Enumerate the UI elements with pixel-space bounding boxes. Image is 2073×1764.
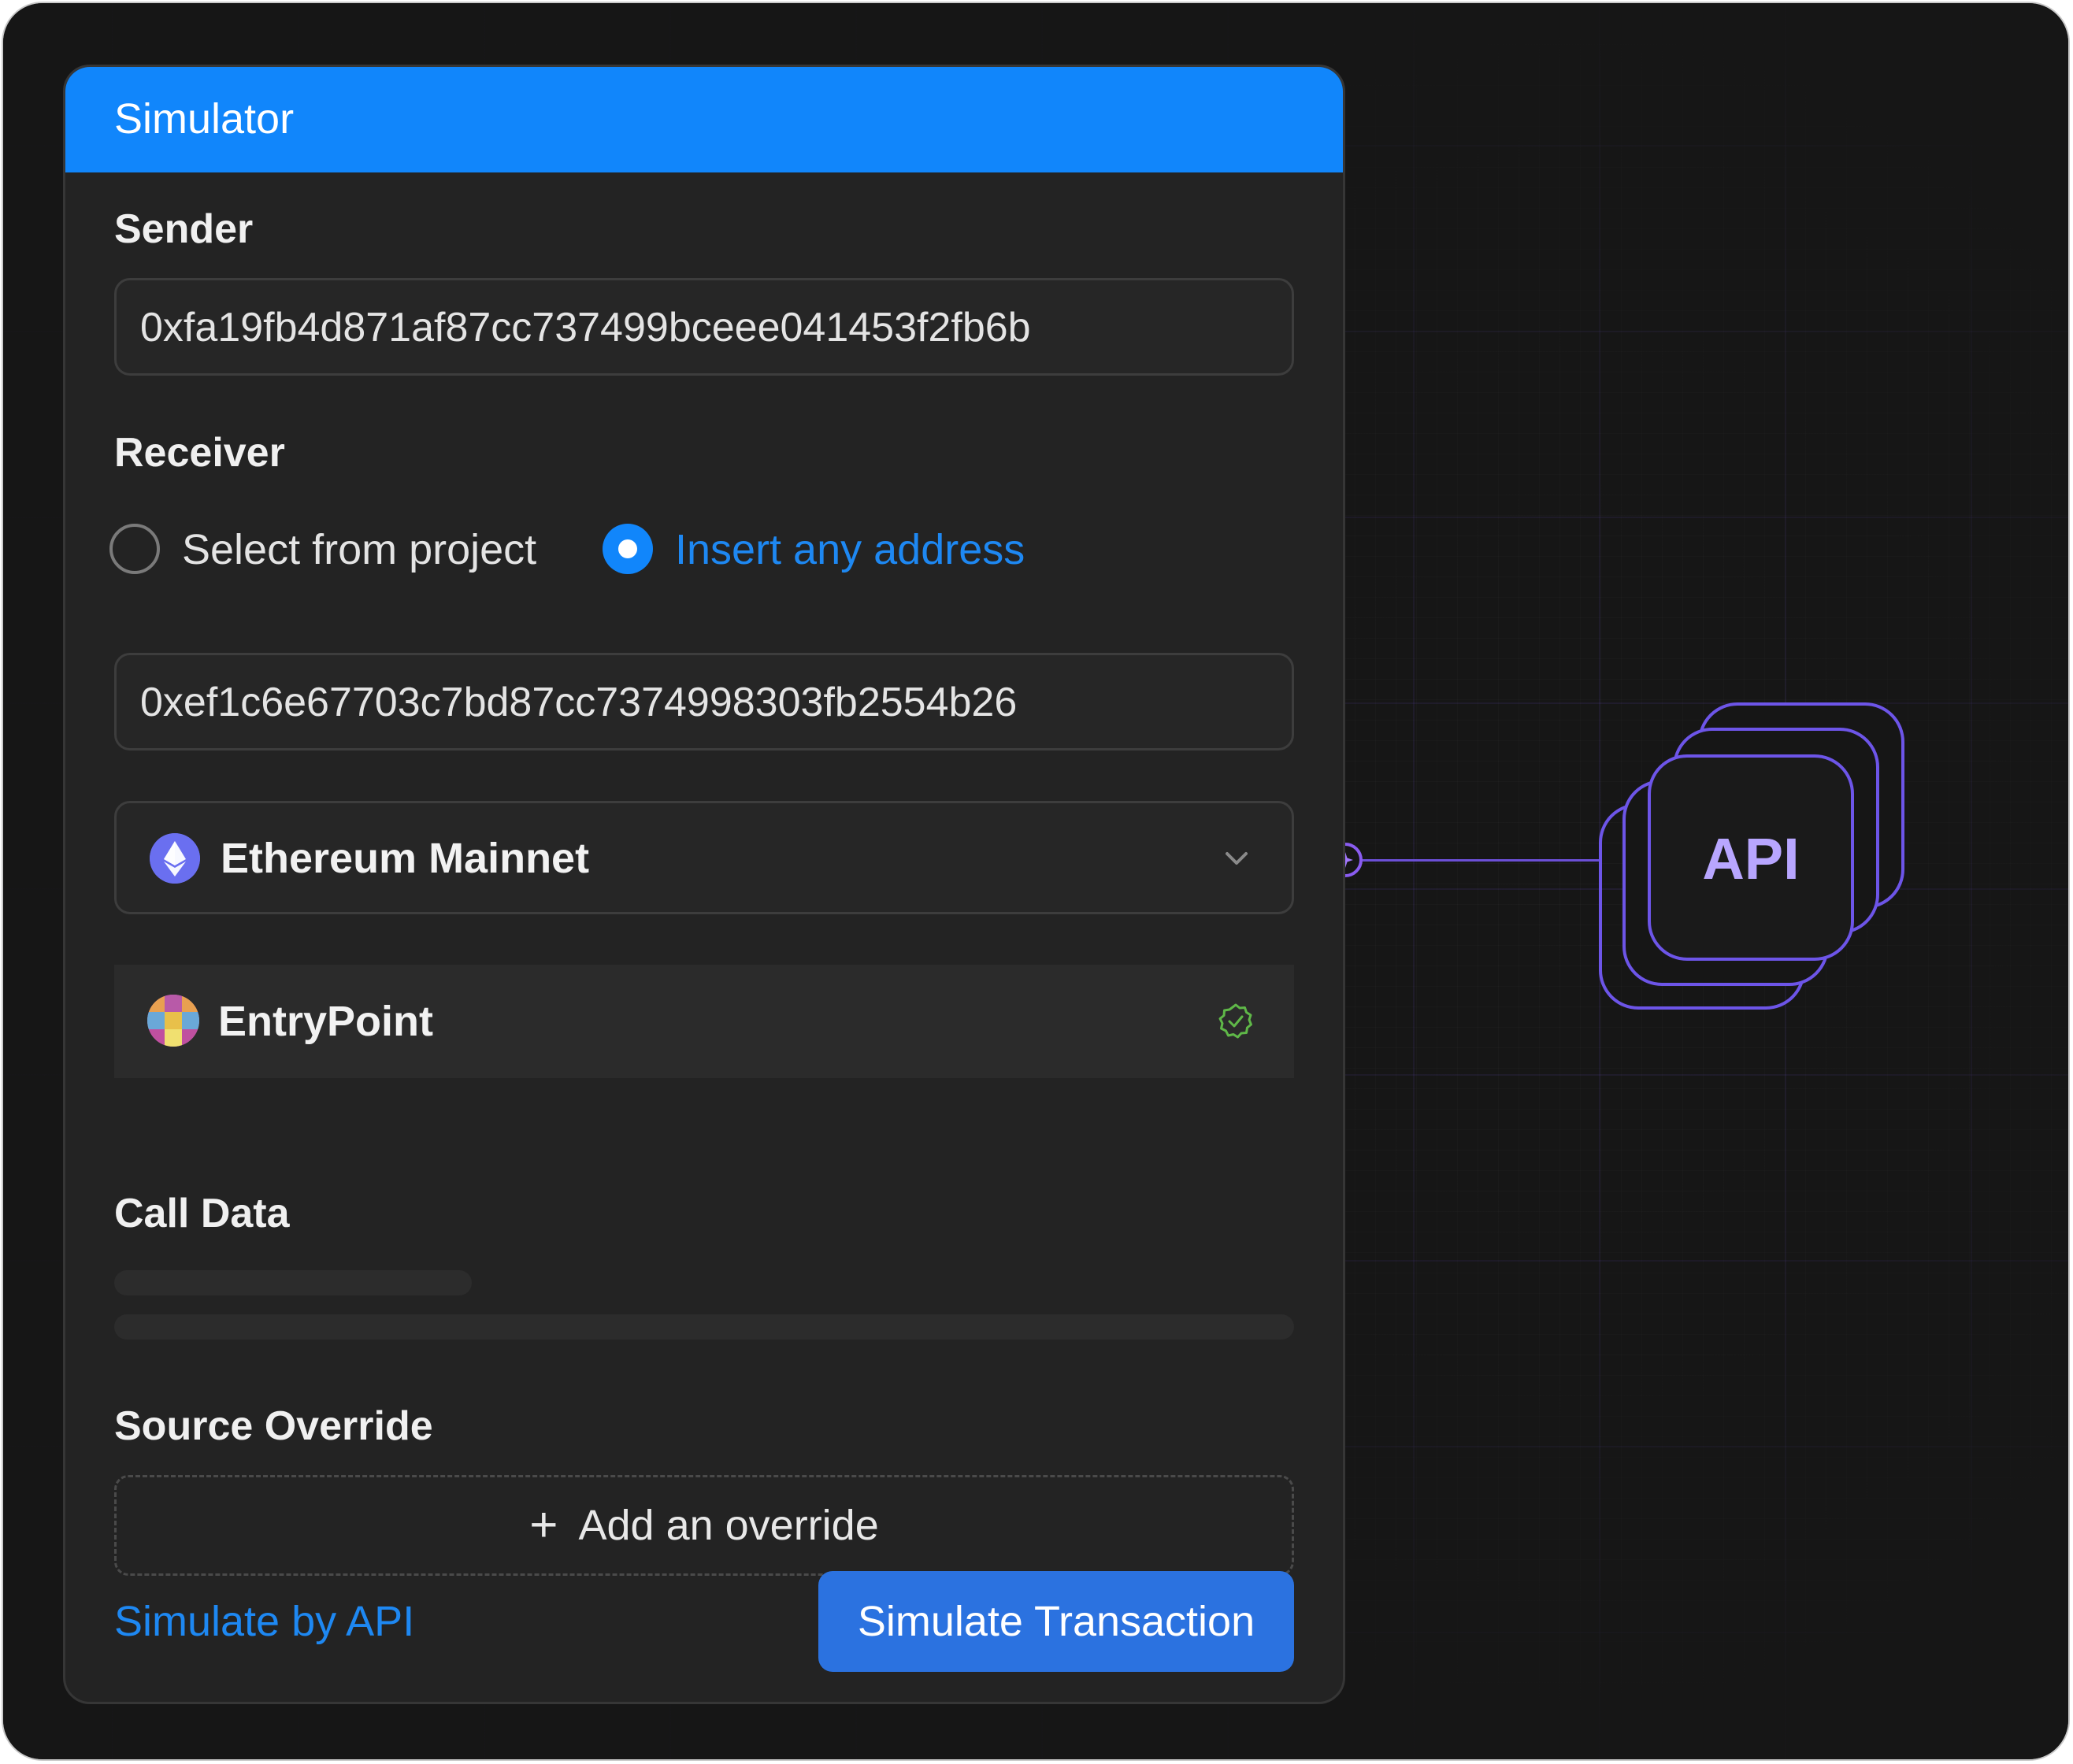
call-data-skeleton-long — [114, 1314, 1294, 1340]
ethereum-icon — [150, 833, 200, 884]
api-stack-icon: API — [1599, 702, 1904, 1010]
network-select[interactable]: Ethereum Mainnet — [114, 801, 1294, 914]
contract-name: EntryPoint — [218, 998, 434, 1045]
radio-select-from-project[interactable] — [109, 524, 160, 574]
radio-insert-any-address[interactable] — [603, 524, 653, 574]
verified-badge-icon — [1218, 1003, 1252, 1039]
simulator-card: Simulator Sender 0xfa19fb4d871af87cc7374… — [63, 65, 1345, 1704]
plus-icon: + — [529, 1498, 558, 1552]
sender-value: 0xfa19fb4d871af87cc737499bceee041453f2fb… — [140, 305, 1031, 350]
receiver-label: Receiver — [114, 430, 285, 476]
simulate-by-api-link[interactable]: Simulate by API — [114, 1596, 414, 1647]
source-override-label: Source Override — [114, 1403, 433, 1449]
app-frame: API Simulator Sender 0xfa19fb4d871af87cc… — [2, 2, 2070, 1761]
card-header: Simulator — [65, 67, 1343, 172]
add-override-label: Add an override — [578, 1502, 879, 1549]
contract-row[interactable]: EntryPoint — [114, 965, 1294, 1078]
call-data-label: Call Data — [114, 1191, 290, 1236]
add-override-button[interactable]: + Add an override — [114, 1475, 1294, 1576]
receiver-input[interactable]: 0xef1c6e67703c7bd87cc7374998303fb2554b26 — [114, 653, 1294, 750]
network-label: Ethereum Mainnet — [221, 835, 590, 882]
api-label: API — [1702, 826, 1799, 891]
call-data-skeleton-short — [114, 1270, 472, 1295]
sender-label: Sender — [114, 206, 254, 252]
receiver-options: Select from project Insert any address — [109, 524, 1291, 579]
contract-identicon — [147, 995, 199, 1047]
sender-input[interactable]: 0xfa19fb4d871af87cc737499bceee041453f2fb… — [114, 278, 1294, 376]
simulate-transaction-button[interactable]: Simulate Transaction — [818, 1571, 1294, 1672]
chevron-down-icon — [1226, 852, 1248, 865]
radio-label-select-from-project[interactable]: Select from project — [182, 525, 536, 574]
radio-label-insert-any-address[interactable]: Insert any address — [675, 525, 1025, 574]
api-connector-line — [1345, 859, 1599, 862]
receiver-value: 0xef1c6e67703c7bd87cc7374998303fb2554b26 — [140, 680, 1018, 725]
add-override-content: + Add an override — [117, 1501, 1292, 1550]
card-title: Simulator — [114, 95, 295, 143]
